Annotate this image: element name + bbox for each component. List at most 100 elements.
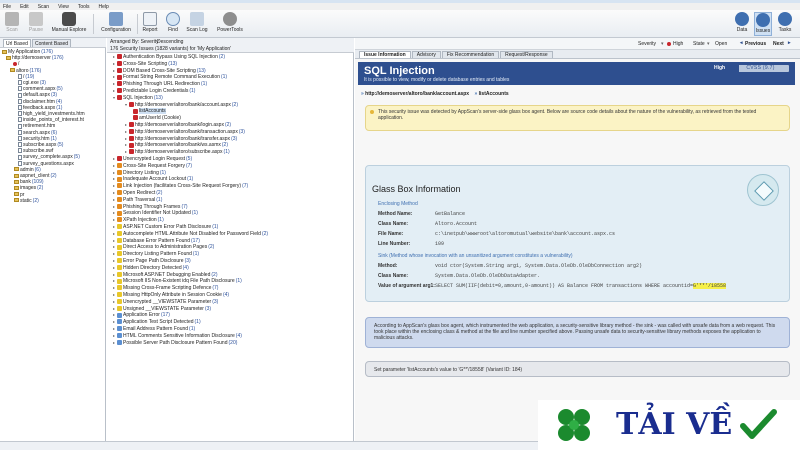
severity-icon <box>129 135 134 141</box>
url-tree-item-label: comment.aspx <box>23 86 56 93</box>
issue-tree-item[interactable]: ▸ Phishing Through Frames(7) <box>113 204 188 211</box>
previous-button[interactable]: Previous <box>745 41 766 47</box>
issue-tree-item-label: HTML Comments Sensitive Information Disc… <box>123 332 235 339</box>
next-button[interactable]: Next <box>773 41 784 47</box>
menu-help[interactable]: Help <box>98 4 110 10</box>
issue-tree-item[interactable]: ▾ SQL Injection(13) <box>113 95 163 102</box>
double-chevron-icon: » <box>361 91 364 97</box>
menu-file[interactable]: File <box>2 4 12 10</box>
url-tree-item-label: survey_complete.aspx <box>23 154 73 161</box>
menu-scan[interactable]: Scan <box>37 4 50 10</box>
issue-tree-item[interactable]: amUserId (Cookie) <box>133 115 182 122</box>
issue-tree-item[interactable]: ▸ Directory Listing Pattern Found(1) <box>113 251 199 258</box>
issue-tree-item[interactable]: listAccounts <box>133 108 167 115</box>
issue-tree-item[interactable]: ▸ Application Test Script Detected(1) <box>113 319 201 326</box>
manual-explore-button[interactable]: Manual Explore <box>50 12 88 36</box>
issue-tree-item[interactable]: ▸ Possible Server Path Disclosure Pattern… <box>113 340 237 347</box>
issue-tree-item-label: Cross-Site Scripting <box>123 60 168 67</box>
chevron-down-icon[interactable]: ▾ <box>661 41 664 47</box>
issue-url[interactable]: http://demoserver/altoro/bank/account.as… <box>365 91 469 97</box>
scan-log-button[interactable]: Scan Log <box>186 12 208 36</box>
issue-tree-item-count: (7) <box>212 285 219 292</box>
page-icon <box>18 160 22 166</box>
scan-button[interactable]: Scan <box>4 12 20 36</box>
configuration-button[interactable]: Configuration <box>98 12 134 36</box>
issue-tree-item[interactable]: ▸ Database Error Pattern Found(17) <box>113 238 200 245</box>
issue-tree-item[interactable]: ▸ Direct Access to Administration Pages(2… <box>113 244 214 251</box>
issue-tree-item[interactable]: ▸ Missing HttpOnly Attribute in Session C… <box>113 292 229 299</box>
issues-view-button[interactable]: Issues <box>754 12 772 36</box>
tab-advisory[interactable]: Advisory <box>411 51 441 58</box>
issue-tree-item[interactable]: ▸ Hidden Directory Detected(4) <box>113 265 189 272</box>
tab-issue-information[interactable]: Issue Information <box>359 51 411 58</box>
arranged-by-label[interactable]: Arranged By: Severity <box>110 39 159 45</box>
issue-tree-item[interactable]: ▸ HTML Comments Sensitive Information Dis… <box>113 333 242 340</box>
issue-parameter[interactable]: listAccounts <box>479 91 509 97</box>
issue-tree-item[interactable]: ▸ Autocomplete HTML Attribute Not Disable… <box>113 231 268 238</box>
issue-tree-item[interactable]: ▾ http://demoserver/altoro/bank/account.a… <box>125 102 238 109</box>
issue-tree-item[interactable]: ▸ Authentication Bypass Using SQL Injecti… <box>113 54 225 61</box>
issue-tree-item[interactable]: ▸ http://demoserver/altoro/bank/transfer.… <box>125 136 237 143</box>
issue-tree-item[interactable]: ▸ Link Injection (facilitates Cross-Site … <box>113 183 248 190</box>
issue-tree-item-label: http://demoserver/altoro/subscribe.aspx <box>135 149 223 156</box>
issue-tree-item[interactable]: ▸ Missing Cross-Frame Scripting Defence(7… <box>113 285 218 292</box>
state-value[interactable]: Open <box>715 41 727 47</box>
previous-arrow-icon[interactable]: ◂ <box>740 40 743 46</box>
issue-tree-item-label: Unencrypted __VIEWSTATE Parameter <box>123 298 212 305</box>
tab-request-response[interactable]: Request/Response <box>500 51 553 58</box>
issue-tree-item[interactable]: ▸ Unencrypted Login Request(5) <box>113 156 192 163</box>
issue-tree-item[interactable]: ▸ Predictable Login Credentials(1) <box>113 88 195 95</box>
issue-tree-item[interactable]: ▸ XPath Injection(1) <box>113 217 164 224</box>
powertools-button[interactable]: PowerTools <box>214 12 246 36</box>
issue-tree-item[interactable]: ▸ http://demoserver/altoro/subscribe.aspx… <box>125 149 230 156</box>
issue-tree-item[interactable]: ▸ Directory Listing(1) <box>113 170 166 177</box>
issue-tree-item-label: Predictable Login Credentials <box>123 88 189 94</box>
issue-tree-item[interactable]: ▸ Error Page Path Disclosure(3) <box>113 258 191 265</box>
issue-tree-item[interactable]: ▸ Email Address Pattern Found(1) <box>113 326 195 333</box>
menu-tools[interactable]: Tools <box>77 4 91 10</box>
issue-tree-item[interactable]: ▸ Application Error(17) <box>113 312 170 319</box>
tab-url-based[interactable]: Url Based <box>3 39 31 47</box>
issue-tree-item[interactable]: ▸ http://demoserver/altoro/bank/login.asp… <box>125 122 231 129</box>
issue-tree-item[interactable]: ▸ Cross-Site Scripting(13) <box>113 61 177 68</box>
sink-class-label: Class Name: <box>378 273 409 279</box>
issue-tree-item[interactable]: ▸ Microsoft ASP.NET Debugging Enabled(2) <box>113 272 218 279</box>
tab-fix-recommendation[interactable]: Fix Recommendation <box>441 51 500 58</box>
tasks-view-icon <box>778 12 792 26</box>
issue-tree-item[interactable]: ▸ Inadequate Account Lockout(1) <box>113 176 193 183</box>
issue-tree-item[interactable]: ▸ ASP.NET Custom Error Path Disclosure(1) <box>113 224 218 231</box>
issue-tree-item[interactable]: ▸ Path Traversal(1) <box>113 197 162 204</box>
severity-value[interactable]: High <box>673 41 683 47</box>
issue-tree-item[interactable]: ▸ http://demoserver/altoro/bank/transacti… <box>125 129 245 136</box>
issue-tree-item[interactable]: ▸ Unencrypted __VIEWSTATE Parameter(3) <box>113 299 218 306</box>
tasks-view-button[interactable]: Tasks <box>776 12 794 36</box>
issue-tree-item[interactable]: ▸ Phishing Through URL Redirection(1) <box>113 81 207 88</box>
url-tree-item[interactable]: static(2) <box>14 198 39 204</box>
issue-subtitle: It is possible to view, modify or delete… <box>364 77 510 83</box>
pause-button[interactable]: Pause <box>28 12 44 36</box>
url-tree-item-label: http://demoserver <box>12 55 51 62</box>
next-arrow-icon[interactable]: ▸ <box>788 40 791 46</box>
issue-tree-item[interactable]: ▸ Open Redirect(2) <box>113 190 162 197</box>
url-tree-item-label: images <box>20 185 37 192</box>
issue-tree-item[interactable]: ▸ Format String Remote Command Execution(… <box>113 74 227 81</box>
issue-tree-item[interactable]: ▸ Unsigned __VIEWSTATE Parameter(3) <box>113 306 211 313</box>
line-number-label: Line Number: <box>378 241 411 247</box>
url-tree-item-count: (3) <box>50 92 58 99</box>
url-tree-pane: Url Based Content Based My Application(1… <box>0 38 106 441</box>
issue-tree-item-label: http://demoserver/altoro/bank/transactio… <box>135 128 238 135</box>
find-button[interactable]: Find <box>166 12 180 36</box>
data-view-button[interactable]: Data <box>733 12 751 36</box>
issue-tree-item[interactable]: ▸ Session Identifier Not Updated(1) <box>113 210 198 217</box>
issue-tree-item[interactable]: ▸ http://demoserver/altoro/bank/ws.asmx(2… <box>125 142 228 149</box>
notice-text: This security issue was detected by AppS… <box>378 109 757 121</box>
issue-tree-item[interactable]: ▸ Microsoft IIS Non-Existent idq File Pat… <box>113 278 242 285</box>
issue-tree-item[interactable]: ▸ DOM Based Cross-Site Scripting(13) <box>113 68 206 75</box>
tab-content-based[interactable]: Content Based <box>31 39 72 47</box>
menu-edit[interactable]: Edit <box>19 4 30 10</box>
report-button[interactable]: Report <box>141 12 159 36</box>
chevron-down-icon[interactable]: ▾ <box>707 41 710 47</box>
sort-order-label[interactable]: Descending <box>157 39 183 45</box>
issue-tree-item[interactable]: ▸ Cross-Site Request Forgery(7) <box>113 163 192 170</box>
menu-view[interactable]: View <box>57 4 70 10</box>
